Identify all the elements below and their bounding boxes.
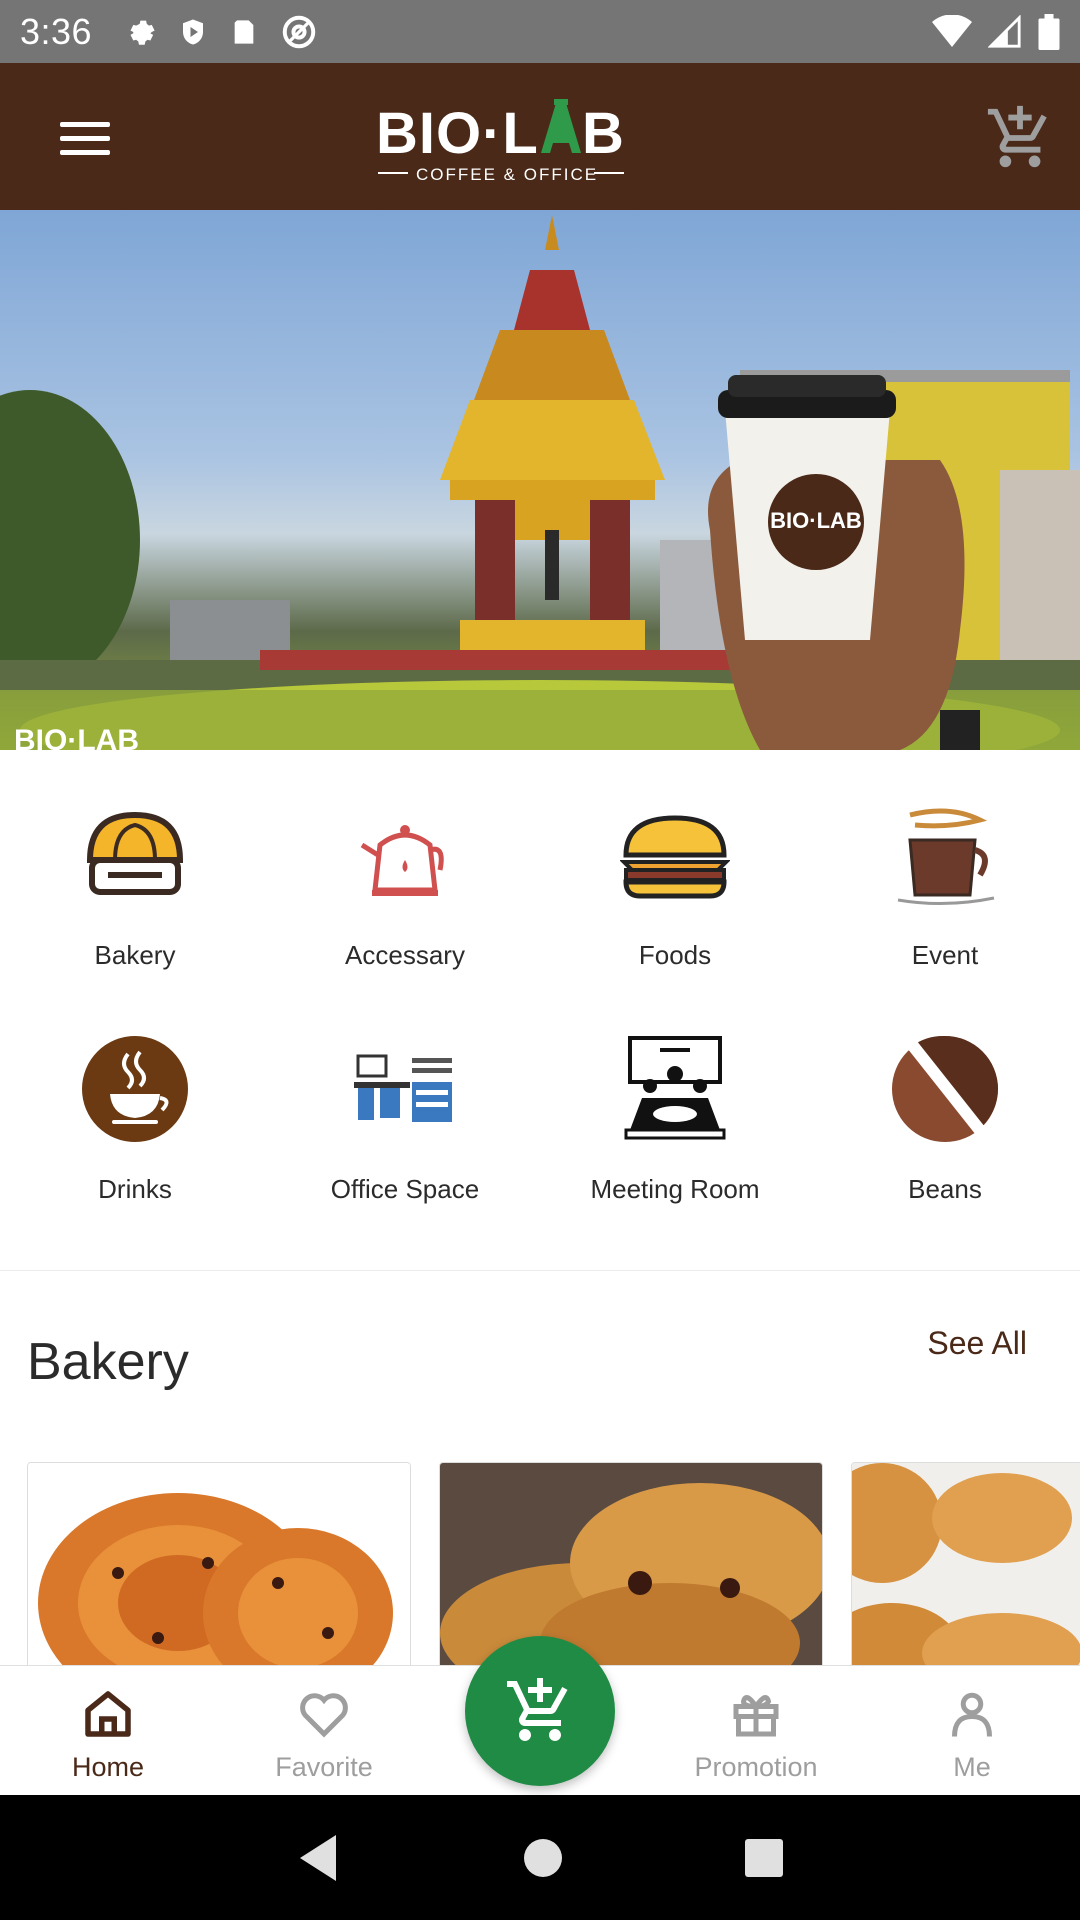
system-navigation-bar: [0, 1795, 1080, 1920]
status-bar: 3:36: [0, 0, 1080, 63]
see-all-link[interactable]: See All: [927, 1325, 1027, 1362]
home-circle-icon[interactable]: [522, 1837, 564, 1879]
product-card[interactable]: [439, 1462, 823, 1672]
recents-icon[interactable]: [744, 1838, 784, 1878]
cart-button[interactable]: [985, 103, 1055, 173]
nav-home-label: Home: [71, 1752, 145, 1782]
category-accessary[interactable]: Accessary: [270, 760, 540, 994]
category-meeting-room[interactable]: Meeting Room: [540, 994, 810, 1228]
nav-favorite-label: Favorite: [275, 1752, 373, 1782]
category-label: Meeting Room: [590, 1174, 760, 1204]
nav-me[interactable]: Me: [864, 1666, 1080, 1795]
svg-text:BIO·L: BIO·L: [376, 101, 539, 166]
category-label: Foods: [638, 940, 712, 970]
at-sign-icon: [282, 15, 316, 48]
cart-fab-icon: [507, 1678, 568, 1741]
shield-icon: [183, 19, 204, 44]
app-screen: 3:36 BIO·L B COFFEE & OFFICE BIO·LAB BIO…: [0, 0, 1080, 1920]
hero-banner[interactable]: BIO·LAB BIO·LAB: [0, 210, 1080, 750]
signal-icon: [988, 14, 1021, 48]
product-card[interactable]: [27, 1462, 411, 1672]
settings-icon: [130, 20, 155, 45]
category-label: Accessary: [345, 940, 465, 970]
back-icon[interactable]: [296, 1833, 342, 1883]
coffee-bean-icon: [892, 1035, 998, 1142]
category-label: Drinks: [98, 1174, 172, 1204]
person-icon: [952, 1692, 992, 1737]
category-event[interactable]: Event: [810, 760, 1080, 994]
svg-text:COFFEE & OFFICE: COFFEE & OFFICE: [416, 165, 598, 184]
nav-me-label: Me: [953, 1752, 991, 1782]
category-foods[interactable]: Foods: [540, 760, 810, 994]
category-label: Bakery: [94, 940, 176, 970]
svg-text:B: B: [582, 101, 624, 166]
category-label: Beans: [908, 1174, 982, 1204]
bakery-icon: [86, 811, 184, 895]
category-grid: Bakery Accessary Foods Event Drinks Offi…: [0, 760, 1080, 1228]
category-drinks[interactable]: Drinks: [0, 994, 270, 1228]
wifi-icon: [932, 14, 972, 47]
sd-card-icon: [234, 19, 254, 44]
office-icon: [354, 1054, 452, 1122]
burger-icon: [620, 815, 730, 899]
category-label: Office Space: [330, 1174, 480, 1204]
nav-favorite[interactable]: Favorite: [216, 1666, 432, 1795]
hero-watermark: BIO·LAB: [14, 724, 139, 750]
category-bakery[interactable]: Bakery: [0, 760, 270, 994]
menu-button[interactable]: [50, 108, 120, 168]
nav-home[interactable]: Home: [0, 1666, 216, 1795]
category-label: Event: [911, 940, 979, 970]
hamburger-menu-icon: [60, 122, 110, 155]
svg-text:BIO·LAB: BIO·LAB: [770, 508, 862, 533]
category-office-space[interactable]: Office Space: [270, 994, 540, 1228]
nav-promotion[interactable]: Promotion: [648, 1666, 864, 1795]
section-divider: [0, 1270, 1080, 1271]
app-bar: BIO·L B COFFEE & OFFICE: [0, 63, 1080, 210]
category-beans[interactable]: Beans: [810, 994, 1080, 1228]
nav-promotion-label: Promotion: [694, 1752, 818, 1782]
home-icon: [85, 1691, 131, 1737]
gift-icon: [733, 1695, 779, 1737]
hot-drink-icon: [82, 1036, 188, 1142]
heart-icon: [300, 1693, 348, 1738]
add-to-cart-icon: [987, 105, 1047, 168]
coffee-cup-icon: [897, 808, 995, 906]
kettle-icon: [360, 825, 444, 896]
cart-fab-button[interactable]: [465, 1636, 615, 1786]
section-title: Bakery: [27, 1333, 189, 1391]
meeting-room-icon: [624, 1036, 726, 1140]
battery-icon: [1038, 13, 1060, 50]
product-card[interactable]: [851, 1462, 1080, 1672]
brand-logo: BIO·L B COFFEE & OFFICE: [376, 91, 626, 191]
status-time: 3:36: [20, 10, 93, 52]
